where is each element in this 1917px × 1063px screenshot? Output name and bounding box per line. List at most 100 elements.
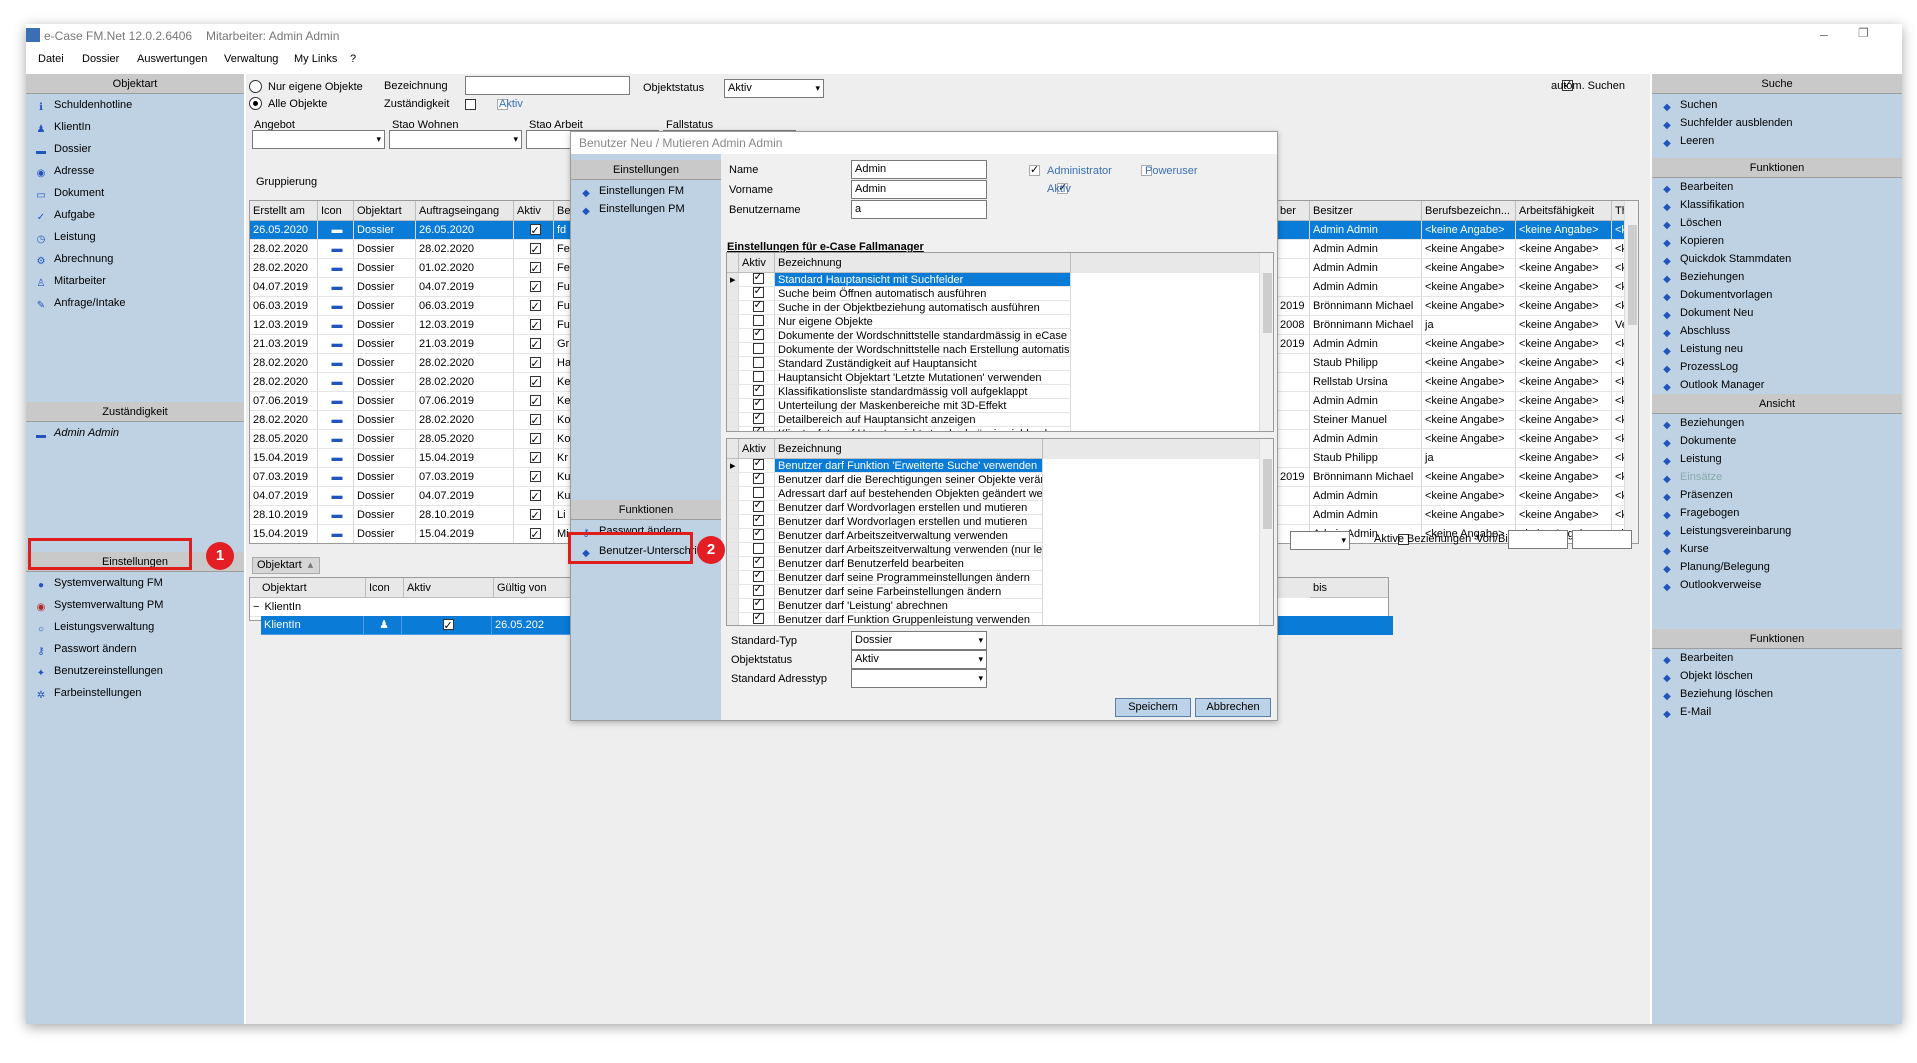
side-item-funk2_items[interactable]: ◆ Beziehung löschen (1660, 685, 1773, 703)
row-aktiv-checkbox[interactable] (529, 412, 541, 429)
nav-benutzereinstellungen[interactable]: ✦ Benutzereinstellungen (34, 662, 163, 680)
rights-col-aktiv[interactable]: Aktiv (739, 439, 775, 459)
list-item[interactable]: Detailbereich auf Hauptansicht anzeigen (727, 413, 1071, 427)
list-item[interactable]: Benutzer darf seine Farbeinstellungen än… (727, 585, 1043, 599)
setting-checkbox[interactable] (752, 399, 764, 410)
side-item-ansicht_items[interactable]: ◆ Kurse (1660, 540, 1709, 558)
row-aktiv-checkbox[interactable] (529, 507, 541, 524)
setting-checkbox[interactable] (752, 529, 764, 540)
side-item-funk_items[interactable]: ◆ Löschen (1660, 214, 1721, 232)
side-item-ansicht_items[interactable]: ◆ Beziehungen (1660, 414, 1744, 432)
setting-checkbox[interactable] (752, 287, 764, 298)
side-item-ansicht_items[interactable]: ◆ Planung/Belegung (1660, 558, 1770, 576)
row-aktiv-checkbox[interactable] (529, 488, 541, 505)
nav-dokument[interactable]: ▭ Dokument (34, 184, 104, 202)
list-item[interactable]: Suche beim Öffnen automatisch ausführen (727, 287, 1071, 301)
standard-typ-select[interactable]: Dossier (851, 631, 987, 650)
row-aktiv-checkbox[interactable] (529, 241, 541, 258)
row-aktiv-checkbox[interactable] (529, 526, 541, 543)
side-item-funk_items[interactable]: ◆ Kopieren (1660, 232, 1724, 250)
row-aktiv-checkbox[interactable] (529, 260, 541, 277)
row-aktiv-checkbox[interactable] (529, 355, 541, 372)
nav-aufgabe[interactable]: ✓ Aufgabe (34, 206, 95, 224)
rights-col-bez[interactable]: Bezeichnung (775, 439, 1043, 459)
cancel-button[interactable]: Abbrechen (1195, 698, 1271, 717)
setting-checkbox[interactable] (752, 301, 764, 312)
nav-klientin[interactable]: ♟ KlientIn (34, 118, 91, 136)
col-rel-icon[interactable]: Icon (366, 578, 404, 598)
list-item[interactable]: Adressart darf auf bestehenden Objekten … (727, 487, 1043, 501)
row-aktiv-checkbox[interactable] (529, 317, 541, 334)
side-item-suche_items[interactable]: ◆ Leeren (1660, 132, 1714, 150)
angebot-select[interactable] (252, 130, 385, 149)
col-aktiv[interactable]: Aktiv (514, 201, 554, 221)
side-item-ansicht_items[interactable]: ◆ Leistung (1660, 450, 1721, 468)
menu-dossier[interactable]: Dossier (82, 53, 119, 65)
nav-schuldenhotline[interactable]: ℹ Schuldenhotline (34, 96, 132, 114)
setting-checkbox[interactable] (752, 385, 764, 396)
list-item[interactable]: ▸ Benutzer darf Funktion 'Erweiterte Such… (727, 459, 1043, 473)
nav-dossier[interactable]: ▬ Dossier (34, 140, 91, 158)
menu-verwaltung[interactable]: Verwaltung (224, 53, 278, 65)
side-item-ansicht_items[interactable]: ◆ Dokumente (1660, 432, 1736, 450)
nav-systemverwaltung-fm[interactable]: ● Systemverwaltung FM (34, 574, 163, 592)
side-item-funk2_items[interactable]: ◆ Objekt löschen (1660, 667, 1753, 685)
list-item[interactable]: Klientenfoto auf Hauptansicht standardmä… (727, 427, 1071, 431)
nav-mitarbeiter[interactable]: ♙ Mitarbeiter (34, 272, 106, 290)
side-item-ansicht_items[interactable]: ◆ Einsätze (1660, 468, 1722, 486)
setting-checkbox[interactable] (752, 557, 764, 568)
row-aktiv-checkbox[interactable] (529, 298, 541, 315)
side-item-ansicht_items[interactable]: ◆ Leistungsvereinbarung (1660, 522, 1791, 540)
rights-vscroll[interactable] (1259, 439, 1273, 625)
row-aktiv-checkbox[interactable] (529, 450, 541, 467)
side-item-funk_items[interactable]: ◆ Quickdok Stammdaten (1660, 250, 1791, 268)
list-item[interactable]: Benutzer darf 'Leistung' abrechnen (727, 599, 1043, 613)
settings-col-aktiv[interactable]: Aktiv (739, 253, 775, 273)
settings-col-bez[interactable]: Bezeichnung (775, 253, 1071, 273)
col-rel-aktiv[interactable]: Aktiv (404, 578, 494, 598)
col-erstellt[interactable]: Erstellt am (250, 201, 318, 221)
dialog-einst-fm[interactable]: ◆ Einstellungen FM (579, 182, 684, 200)
side-item-suche_items[interactable]: ◆ Suchen (1660, 96, 1717, 114)
setting-checkbox[interactable] (752, 613, 764, 624)
col-rel-bis[interactable]: bis (1310, 578, 1388, 598)
row-aktiv-checkbox[interactable] (529, 393, 541, 410)
list-item[interactable]: Nur eigene Objekte (727, 315, 1071, 329)
row-aktiv-checkbox[interactable] (529, 374, 541, 391)
menu-help[interactable]: ? (350, 53, 356, 65)
col-arbeitsfaehigkeit[interactable]: Arbeitsfähigkeit (1516, 201, 1612, 221)
group-chip[interactable]: Objektart ▴ (252, 557, 320, 574)
list-item[interactable]: Benutzer darf Arbeitszeitverwaltung verw… (727, 529, 1043, 543)
list-item[interactable]: Benutzer darf die Berechtigungen seiner … (727, 473, 1043, 487)
von-input[interactable] (1508, 530, 1568, 549)
dialog-einst-pm[interactable]: ◆ Einstellungen PM (579, 200, 684, 218)
name-input[interactable]: Admin (851, 160, 987, 179)
restore-icon[interactable]: ❐ (1858, 26, 1869, 40)
col-auftragseingang[interactable]: Auftragseingang (416, 201, 514, 221)
row-aktiv-checkbox[interactable] (529, 431, 541, 448)
relation-filter-select[interactable] (1290, 531, 1350, 550)
side-item-funk_items[interactable]: ◆ Bearbeiten (1660, 178, 1733, 196)
setting-checkbox[interactable] (752, 515, 764, 526)
col-ber[interactable]: ber (1277, 201, 1310, 221)
list-item[interactable]: Dokumente der Wordschnittstelle nach Ers… (727, 343, 1071, 357)
vorname-input[interactable]: Admin (851, 180, 987, 199)
menu-mylinks[interactable]: My Links (294, 53, 337, 65)
vscroll-thumb[interactable] (1628, 225, 1637, 325)
list-item[interactable]: Hauptansicht Objektart 'Letzte Mutatione… (727, 371, 1071, 385)
list-item[interactable]: Unterteilung der Maskenbereiche mit 3D-E… (727, 399, 1071, 413)
setting-checkbox[interactable] (752, 599, 764, 610)
zust-checkbox[interactable] (465, 99, 476, 110)
objektstatus-select[interactable]: Aktiv (724, 79, 824, 98)
bis-input[interactable] (1572, 530, 1632, 549)
nav-adresse[interactable]: ◉ Adresse (34, 162, 95, 180)
nav-anfrage[interactable]: ✎ Anfrage/Intake (34, 294, 126, 312)
side-item-ansicht_items[interactable]: ◆ Präsenzen (1660, 486, 1732, 504)
setting-checkbox[interactable] (752, 473, 764, 484)
list-item[interactable]: Benutzer darf Funktion Gruppenleistung v… (727, 613, 1043, 625)
nav-leistungsverwaltung[interactable]: ○ Leistungsverwaltung (34, 618, 154, 636)
side-item-funk_items[interactable]: ◆ Leistung neu (1660, 340, 1743, 358)
radio-own[interactable] (249, 80, 262, 93)
bezeichnung-input[interactable] (465, 76, 630, 95)
row-aktiv-checkbox[interactable] (529, 469, 541, 486)
